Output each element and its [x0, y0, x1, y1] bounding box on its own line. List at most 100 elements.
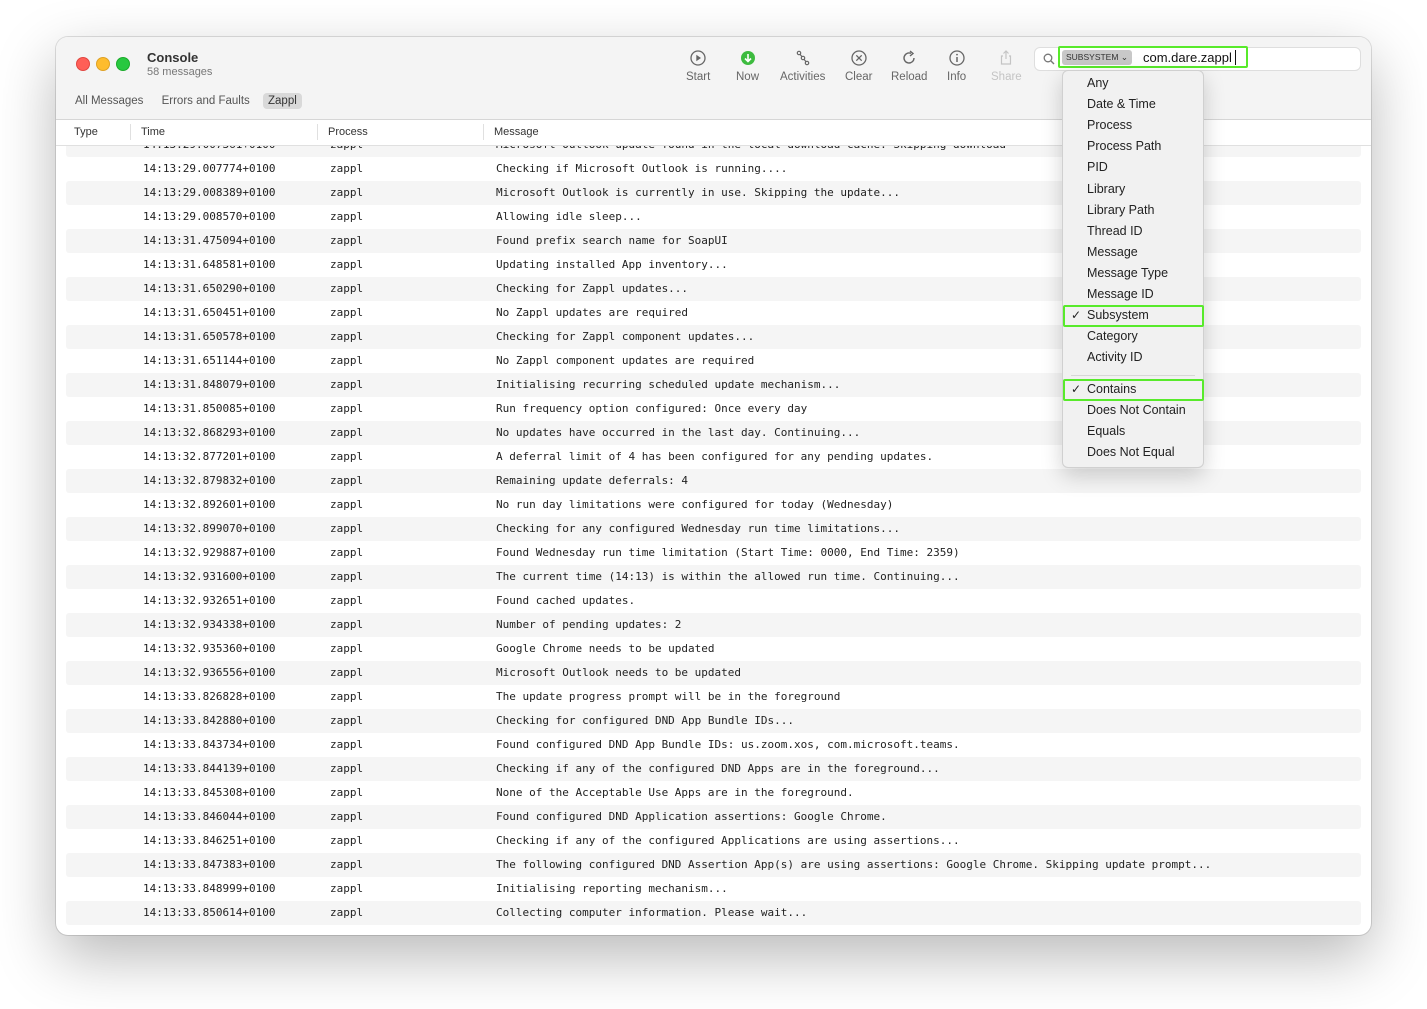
subsystem-token[interactable]: SUBSYSTEM ⌄	[1062, 50, 1132, 65]
row-message: Allowing idle sleep...	[496, 210, 642, 223]
row-time: 14:13:29.008389+0100	[143, 186, 276, 199]
table-row[interactable]: 14:13:32.899070+0100 zappl Checking for an…	[66, 517, 1361, 541]
table-row[interactable]: 14:13:33.845308+0100 zappl None of the Acc…	[66, 781, 1361, 805]
column-divider[interactable]	[317, 124, 318, 140]
search-field-menu: Any Date & Time Process Process Path PID Libr…	[1062, 70, 1204, 468]
row-time: 14:13:32.934338+0100	[143, 618, 276, 631]
row-message: Number of pending updates: 2	[496, 618, 682, 631]
table-row[interactable]: 14:13:32.879832+0100 zappl Remaining updat…	[66, 469, 1361, 493]
menu-item-date-time[interactable]: Date & Time	[1087, 97, 1156, 111]
row-message: No Zappl updates are required	[496, 306, 689, 319]
menu-item-pid[interactable]: PID	[1087, 160, 1108, 174]
row-time: 14:13:33.847383+0100	[143, 858, 276, 871]
info-button[interactable]: Info	[947, 49, 966, 83]
row-time: 14:13:31.650290+0100	[143, 282, 276, 295]
tab-errors-and-faults[interactable]: Errors and Faults	[157, 93, 255, 109]
row-process: zappl	[330, 162, 364, 175]
table-row[interactable]: 14:13:33.847383+0100 zappl The following c…	[66, 853, 1361, 877]
share-button[interactable]: Share	[991, 49, 1022, 83]
reload-label: Reload	[891, 71, 928, 83]
now-button[interactable]: Now	[736, 49, 759, 83]
row-time: 14:13:32.892601+0100	[143, 498, 276, 511]
row-process: zappl	[330, 498, 364, 511]
menu-item-process-path[interactable]: Process Path	[1087, 139, 1161, 153]
menu-item-library[interactable]: Library	[1087, 182, 1125, 196]
column-time[interactable]: Time	[141, 126, 165, 138]
row-process: zappl	[330, 402, 364, 415]
table-row[interactable]: 14:13:32.929887+0100 zappl Found Wednesday…	[66, 541, 1361, 565]
console-window: Console 58 messages Start Now Activities…	[56, 37, 1371, 935]
table-row[interactable]: 14:13:33.844139+0100 zappl Checking if any…	[66, 757, 1361, 781]
row-message: Microsoft Outlook needs to be updated	[496, 666, 742, 679]
row-process: zappl	[330, 906, 364, 919]
tab-zappl[interactable]: Zappl	[263, 93, 302, 109]
row-time: 14:13:33.848999+0100	[143, 882, 276, 895]
row-process: zappl	[330, 306, 364, 319]
row-message: Initialising reporting mechanism...	[496, 882, 728, 895]
reload-button[interactable]: Reload	[891, 49, 927, 83]
clear-button[interactable]: Clear	[845, 49, 872, 83]
row-message: Found Wednesday run time limitation (Sta…	[496, 546, 960, 559]
table-row[interactable]: 14:13:32.892601+0100 zappl No run day limi…	[66, 493, 1361, 517]
menu-item-message[interactable]: Message	[1087, 245, 1138, 259]
start-label: Start	[686, 71, 711, 83]
row-process: zappl	[330, 546, 364, 559]
menu-item-message-type[interactable]: Message Type	[1087, 266, 1168, 280]
column-divider[interactable]	[130, 124, 131, 140]
share-icon	[1001, 50, 1012, 65]
row-time: 14:13:29.008570+0100	[143, 210, 276, 223]
row-message: Checking for Zappl component updates...	[496, 330, 755, 343]
table-row[interactable]: 14:13:33.842880+0100 zappl Checking for co…	[66, 709, 1361, 733]
column-process[interactable]: Process	[328, 126, 368, 138]
search-input[interactable]: com.dare.zappl	[1143, 50, 1232, 65]
zoom-window-button[interactable]	[116, 57, 130, 71]
menu-item-process[interactable]: Process	[1087, 118, 1132, 132]
menu-item-does-not-equal[interactable]: Does Not Equal	[1087, 445, 1175, 459]
table-row[interactable]: 14:13:32.935360+0100 zappl Google Chrome n…	[66, 637, 1361, 661]
row-time: 14:13:32.868293+0100	[143, 426, 276, 439]
table-row[interactable]: 14:13:33.850614+0100 zappl Collecting comp…	[66, 901, 1361, 925]
tab-all-messages[interactable]: All Messages	[70, 93, 148, 109]
menu-item-category[interactable]: Category	[1087, 329, 1138, 343]
table-row[interactable]: 14:13:33.846044+0100 zappl Found configure…	[66, 805, 1361, 829]
table-row[interactable]: 14:13:32.931600+0100 zappl The current tim…	[66, 565, 1361, 589]
row-process: zappl	[330, 714, 364, 727]
table-row[interactable]: 14:13:33.846251+0100 zappl Checking if any…	[66, 829, 1361, 853]
row-time: 14:13:33.845308+0100	[143, 786, 276, 799]
column-divider[interactable]	[483, 124, 484, 140]
menu-item-activity-id[interactable]: Activity ID	[1087, 350, 1143, 364]
row-message: Found configured DND Application asserti…	[496, 810, 887, 823]
close-window-button[interactable]	[76, 57, 90, 71]
clear-icon	[851, 50, 867, 66]
activities-button[interactable]: Activities	[780, 49, 825, 83]
table-row[interactable]: 14:13:32.932651+0100 zappl Found cached up…	[66, 589, 1361, 613]
start-button[interactable]: Start	[686, 49, 710, 83]
row-process: zappl	[330, 330, 364, 343]
table-row[interactable]: 14:13:33.848999+0100 zappl Initialising re…	[66, 877, 1361, 901]
row-message: Found cached updates.	[496, 594, 636, 607]
menu-item-message-id[interactable]: Message ID	[1087, 287, 1154, 301]
row-message: Checking for Zappl updates...	[496, 282, 689, 295]
menu-item-any[interactable]: Any	[1087, 76, 1109, 90]
table-row[interactable]: 14:13:32.936556+0100 zappl Microsoft Outlo…	[66, 661, 1361, 685]
table-row[interactable]: 14:13:33.843734+0100 zappl Found configure…	[66, 733, 1361, 757]
row-time: 14:13:32.879832+0100	[143, 474, 276, 487]
row-time: 14:13:33.846251+0100	[143, 834, 276, 847]
menu-item-thread-id[interactable]: Thread ID	[1087, 224, 1143, 238]
minimize-window-button[interactable]	[96, 57, 110, 71]
row-time: 14:13:31.475094+0100	[143, 234, 276, 247]
row-message: The current time (14:13) is within the a…	[496, 570, 960, 583]
row-time: 14:13:33.850614+0100	[143, 906, 276, 919]
row-time: 14:13:31.648581+0100	[143, 258, 276, 271]
row-process: zappl	[330, 522, 364, 535]
table-row[interactable]: 14:13:33.826828+0100 zappl The update prog…	[66, 685, 1361, 709]
table-row[interactable]: 14:13:32.934338+0100 zappl Number of pendi…	[66, 613, 1361, 637]
row-process: zappl	[330, 690, 364, 703]
row-process: zappl	[330, 642, 364, 655]
menu-item-equals[interactable]: Equals	[1087, 424, 1125, 438]
row-process: zappl	[330, 354, 364, 367]
menu-item-does-not-contain[interactable]: Does Not Contain	[1087, 403, 1186, 417]
column-type[interactable]: Type	[74, 126, 98, 138]
column-message[interactable]: Message	[494, 126, 539, 138]
menu-item-library-path[interactable]: Library Path	[1087, 203, 1154, 217]
